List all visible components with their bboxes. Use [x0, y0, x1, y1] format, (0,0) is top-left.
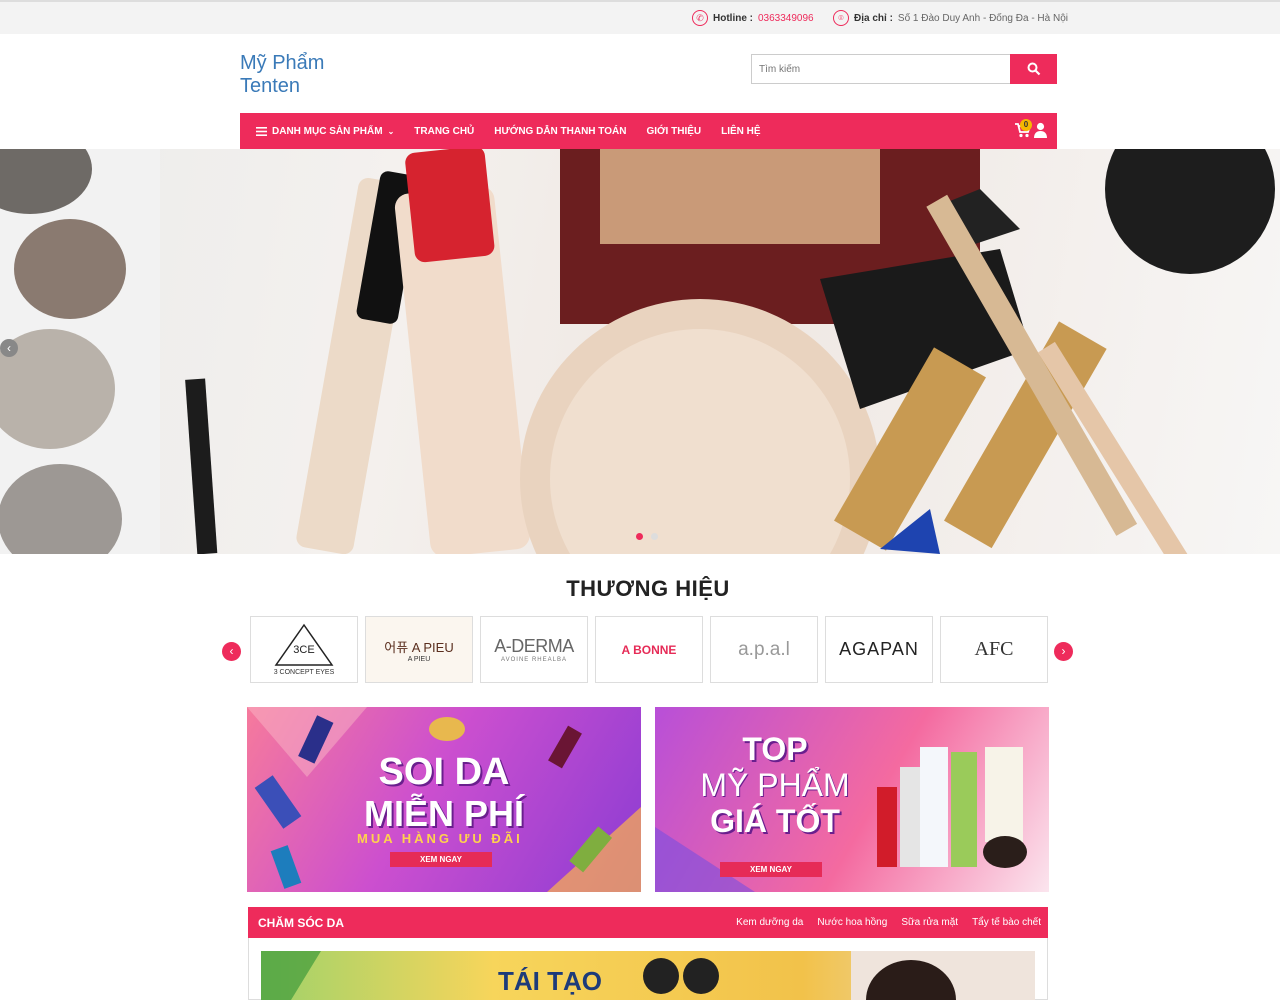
nav-about[interactable]: GIỚI THIỆU	[646, 126, 701, 137]
brands-title: THƯƠNG HIỆU	[566, 576, 730, 601]
banner-right-line-2: MỸ PHẨM	[700, 767, 850, 803]
skin-care-promo-banner[interactable]: TÁI TẠO	[261, 951, 1035, 1000]
section-links: Kem dưỡng da Nước hoa hồng Sữa rửa mặt T…	[736, 917, 1041, 928]
nav-label: HƯỚNG DẪN THANH TOÁN	[494, 125, 627, 137]
skin-care-header: CHĂM SÓC DA Kem dưỡng da Nước hoa hồng S…	[248, 907, 1048, 938]
brand-logo-apieu[interactable]: 어퓨 A PIEU A PIEU	[365, 616, 473, 683]
brand-name: AFC	[974, 638, 1014, 660]
search-icon	[1027, 62, 1040, 76]
nav-contact[interactable]: LIÊN HỆ	[721, 126, 760, 137]
address-label: Địa chỉ :	[854, 12, 893, 24]
slider-dots	[636, 533, 658, 540]
brand-name: 3CE	[293, 644, 314, 656]
main-nav: DANH MỤC SẢN PHẨM ⌄ TRANG CHỦ HƯỚNG DẪN …	[240, 113, 1057, 149]
nav-label: GIỚI THIỆU	[646, 125, 702, 137]
banner-right-line-3: GIÁ TỐT	[710, 803, 840, 839]
hotline-number[interactable]: 0363349096	[758, 13, 814, 24]
search-form	[751, 54, 1057, 84]
brand-caption: A PIEU	[407, 655, 431, 663]
site-logo[interactable]: Mỹ Phẩm Tenten	[240, 52, 324, 98]
banner-free-skin-test[interactable]: SOI DA MIỄN PHÍ MUA HÀNG ƯU ĐÃI XEM NGAY	[247, 707, 641, 892]
brand-logo-aderma[interactable]: A-DERMA AVOINE RHEALBA	[480, 616, 588, 683]
brand-carousel: 3CE 3 CONCEPT EYES 어퓨 A PIEU A PIEU A-DE…	[250, 616, 1048, 683]
brand-name: a.p.a.l	[738, 638, 790, 660]
hero-slider[interactable]: ‹	[0, 149, 1280, 554]
brands-prev-button[interactable]: ‹	[222, 642, 241, 661]
link-rose-water[interactable]: Nước hoa hồng	[817, 917, 887, 928]
banner-left-sub: MUA HÀNG ƯU ĐÃI	[357, 831, 523, 846]
brand-logo-abonne[interactable]: A BONNE	[595, 616, 703, 683]
banner-right-line-1: TOP	[742, 731, 808, 767]
cart-count-badge: 0	[1020, 119, 1032, 131]
brand-caption: AVOINE RHEALBA	[501, 657, 567, 663]
location-icon: ⌾	[833, 10, 849, 26]
promo-text: TÁI TẠO	[498, 966, 602, 996]
nav-product-categories[interactable]: DANH MỤC SẢN PHẨM ⌄	[256, 126, 394, 137]
brand-name: 어퓨 A PIEU	[384, 639, 454, 655]
address-value: Số 1 Đào Duy Anh - Đống Đa - Hà Nội	[897, 12, 1068, 24]
slider-prev-button[interactable]: ‹	[0, 339, 18, 357]
brand-logo-3ce[interactable]: 3CE 3 CONCEPT EYES	[250, 616, 358, 683]
nav-label: DANH MỤC SẢN PHẨM	[272, 125, 383, 137]
brand-name: AGAPAN	[839, 639, 919, 659]
brand-logo-apal[interactable]: a.p.a.l	[710, 616, 818, 683]
brand-logo-afc[interactable]: AFC	[940, 616, 1048, 683]
menu-icon	[256, 126, 267, 136]
logo-line-1: Mỹ Phẩm	[240, 52, 325, 74]
triangle-logo-icon: 3CE	[274, 623, 334, 666]
hotline-info: ✆ Hotline : 0363349096	[692, 10, 814, 26]
nav-home[interactable]: TRANG CHỦ	[414, 126, 474, 137]
slider-dot-1[interactable]	[636, 533, 643, 540]
link-exfoliator[interactable]: Tẩy tế bào chết	[972, 917, 1041, 928]
nav-payment-guide[interactable]: HƯỚNG DẪN THANH TOÁN	[494, 126, 626, 137]
link-cleanser[interactable]: Sữa rửa mặt	[901, 917, 958, 928]
search-button[interactable]	[1010, 54, 1057, 84]
brands-next-button[interactable]: ›	[1054, 642, 1073, 661]
brand-name: A BONNE	[621, 642, 677, 657]
banner-left-line-2: MIỄN PHÍ	[363, 793, 524, 834]
phone-icon: ✆	[692, 10, 708, 26]
hotline-label: Hotline :	[713, 12, 753, 24]
link-moisturizer[interactable]: Kem dưỡng da	[736, 917, 803, 928]
nav-label: TRANG CHỦ	[414, 125, 475, 137]
top-info-bar: ✆ Hotline : 0363349096 ⌾ Địa chỉ : Số 1 …	[0, 0, 1280, 34]
banner-top-cosmetics[interactable]: TOP MỸ PHẨM GIÁ TỐT XEM NGAY	[655, 707, 1049, 892]
slider-dot-2[interactable]	[651, 533, 658, 540]
promo-decoration	[261, 951, 1035, 1000]
section-title[interactable]: CHĂM SÓC DA	[258, 916, 344, 930]
chevron-down-icon: ⌄	[387, 126, 395, 136]
search-input[interactable]	[751, 54, 1010, 84]
banner-right-button[interactable]: XEM NGAY	[720, 862, 822, 877]
address-info: ⌾ Địa chỉ : Số 1 Đào Duy Anh - Đống Đa -…	[833, 10, 1068, 26]
banner-left-button[interactable]: XEM NGAY	[390, 852, 492, 867]
brand-caption: 3 CONCEPT EYES	[273, 669, 335, 676]
brand-name: A-DERMA	[494, 636, 574, 656]
hero-image	[0, 149, 1275, 554]
user-icon[interactable]	[1034, 122, 1047, 141]
banner-left-line-1: SOI DA	[378, 751, 510, 793]
brand-logo-agapan[interactable]: AGAPAN	[825, 616, 933, 683]
logo-line-2: Tenten	[240, 75, 301, 97]
nav-label: LIÊN HỆ	[721, 125, 761, 137]
